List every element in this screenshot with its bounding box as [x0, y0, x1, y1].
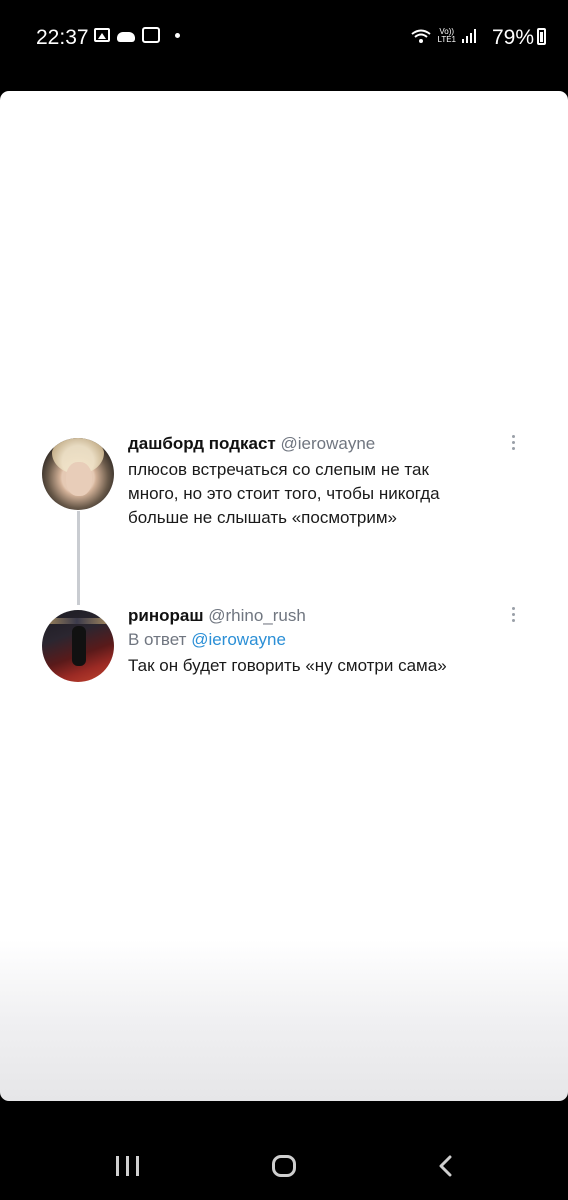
recent-apps-icon[interactable] [116, 1156, 139, 1176]
more-notifications-dot-icon [175, 32, 180, 38]
reply-to-line: В ответ @ierowayne [128, 628, 528, 652]
tweet-body: дашборд подкаст @ierowayne плюсов встреч… [128, 433, 528, 530]
battery-percent: 79% [491, 26, 534, 49]
volte-lte-indicator: Vo)) LTE1 [437, 27, 456, 44]
tweet-text: плюсов встречаться со слепым не так мног… [128, 460, 440, 527]
thread-connector-line [77, 511, 80, 605]
status-time: 22:37 [36, 26, 89, 49]
reply-mention-link[interactable]: @ierowayne [191, 630, 286, 649]
home-icon[interactable] [272, 1155, 296, 1177]
system-navigation-bar [0, 1120, 568, 1200]
tweet-header: ринораш @rhino_rush [128, 605, 528, 627]
battery-icon [537, 28, 546, 45]
more-options-icon[interactable] [510, 435, 516, 453]
signal-icon [462, 29, 476, 43]
author-name[interactable]: дашборд подкаст [128, 434, 276, 453]
tweet-body: ринораш @rhino_rush В ответ @ierowayne Т… [128, 605, 528, 678]
story-card: дашборд подкаст @ierowayne плюсов встреч… [0, 91, 568, 1101]
cloud-icon [117, 32, 135, 42]
notification-icons [94, 27, 180, 43]
avatar[interactable] [42, 610, 114, 682]
author-handle[interactable]: @ierowayne [280, 434, 375, 453]
gallery-icon [94, 28, 110, 42]
author-name[interactable]: ринораш [128, 606, 204, 625]
shopping-bag-icon [142, 27, 160, 43]
connectivity-icons: Vo)) LTE1 [411, 28, 476, 44]
tweet-header: дашборд подкаст @ierowayne [128, 433, 528, 455]
avatar[interactable] [42, 438, 114, 510]
more-options-icon[interactable] [510, 607, 516, 625]
status-bar: 22:37 Vo)) LTE1 79% [0, 0, 568, 80]
wifi-icon [411, 29, 432, 43]
reply-prefix: В ответ [128, 630, 187, 649]
back-icon[interactable] [438, 1155, 454, 1177]
tweet-text: Так он будет говорить «ну смотри сама» [128, 656, 447, 675]
author-handle[interactable]: @rhino_rush [208, 606, 306, 625]
